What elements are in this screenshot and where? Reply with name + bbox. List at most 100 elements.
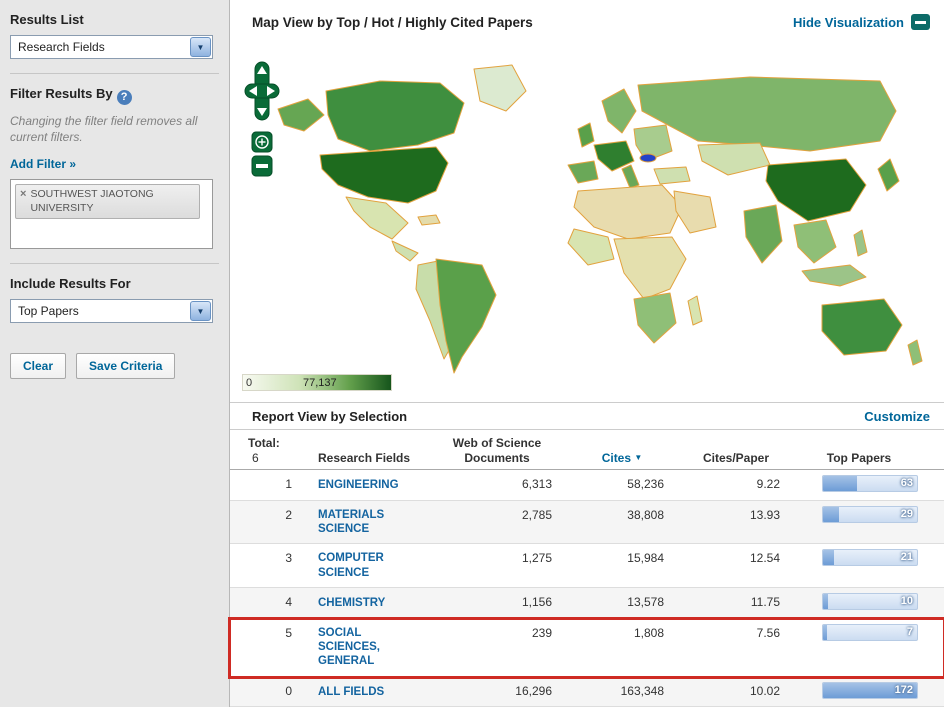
- cites-per-paper-value: 12.54: [749, 551, 780, 566]
- country-usa: [319, 146, 449, 204]
- total-label: Total:: [248, 436, 280, 451]
- column-header-documents[interactable]: Web of Science Documents: [428, 436, 566, 465]
- country-india: [743, 204, 783, 264]
- top-papers-value: 10: [900, 595, 913, 608]
- bar-fill: [823, 624, 827, 640]
- top-papers-cell: 7: [794, 619, 924, 676]
- country-canada: [325, 80, 465, 152]
- top-papers-bar[interactable]: 21: [822, 549, 918, 567]
- top-papers-value: 21: [900, 551, 913, 564]
- top-papers-value: 7: [906, 625, 913, 638]
- filter-tag[interactable]: × SOUTHWEST JIAOTONG UNIVERSITY: [15, 184, 200, 219]
- total-value: 6: [252, 450, 259, 465]
- report-header: Report View by Selection Customize: [230, 402, 944, 431]
- save-criteria-button[interactable]: Save Criteria: [76, 353, 176, 380]
- top-papers-bar[interactable]: 63: [822, 475, 918, 493]
- top-papers-bar[interactable]: 29: [822, 505, 918, 523]
- map-color-legend: 0 77,137: [242, 374, 392, 392]
- country-china: [765, 158, 867, 222]
- map-view-title: Map View by Top / Hot / Highly Cited Pap…: [252, 14, 533, 30]
- table-row-highlighted[interactable]: 5 SOCIAL SCIENCES, GENERAL 239 1,808 7.5…: [228, 616, 944, 679]
- top-papers-bar[interactable]: 172: [822, 681, 918, 699]
- country-madagascar: [687, 295, 703, 326]
- documents-value: 239: [531, 625, 552, 640]
- map-zoom-control[interactable]: [251, 131, 273, 177]
- country-turkey: [653, 166, 691, 185]
- cites-value: 163,348: [620, 683, 664, 698]
- country-russia: [637, 76, 897, 152]
- bar-fill: [823, 506, 839, 522]
- top-papers-bar[interactable]: 10: [822, 593, 918, 611]
- table-row[interactable]: 1 ENGINEERING 6,313 58,236 9.22 63: [230, 470, 944, 501]
- top-papers-cell: 21: [794, 544, 924, 587]
- include-results-heading: Include Results For: [10, 276, 131, 292]
- research-field-link[interactable]: MATERIALS SCIENCE: [318, 508, 422, 537]
- cites-value: 13,578: [627, 595, 664, 610]
- cites-per-paper-value: 11.75: [750, 595, 780, 610]
- chevron-down-icon[interactable]: ▼: [190, 37, 211, 57]
- chevron-down-icon[interactable]: ▼: [190, 301, 211, 322]
- country-alaska: [277, 98, 325, 132]
- report-view-title: Report View by Selection: [252, 408, 408, 424]
- cites-per-paper-value: 10.02: [749, 683, 780, 698]
- country-greenland: [473, 64, 527, 112]
- table-row[interactable]: 3 COMPUTER SCIENCE 1,275 15,984 12.54 21: [230, 544, 944, 589]
- table-row-all-fields[interactable]: 0 ALL FIELDS 16,296 163,348 10.02 172: [230, 676, 944, 707]
- remove-filter-icon[interactable]: ×: [20, 188, 26, 200]
- map-pan-control[interactable]: [244, 61, 280, 121]
- top-papers-cell: 10: [794, 588, 924, 617]
- include-results-select[interactable]: Top Papers ▼: [10, 299, 213, 324]
- row-rank: 2: [285, 507, 292, 522]
- world-choropleth-map[interactable]: [250, 57, 940, 377]
- region-central-america: [391, 240, 419, 262]
- add-filter-link[interactable]: Add Filter »: [10, 157, 76, 171]
- row-rank: 5: [285, 625, 292, 640]
- country-uk: [577, 122, 595, 148]
- cites-per-paper-value: 9.22: [756, 477, 780, 492]
- cites-value: 38,808: [627, 507, 664, 522]
- table-row[interactable]: 2 MATERIALS SCIENCE 2,785 38,808 13.93 2…: [230, 500, 944, 545]
- country-australia: [821, 298, 903, 356]
- hide-visualization: Hide Visualization: [793, 14, 930, 31]
- clear-button[interactable]: Clear: [10, 353, 67, 380]
- research-field-link[interactable]: CHEMISTRY: [318, 596, 385, 610]
- bar-fill: [823, 550, 835, 566]
- column-header-cites[interactable]: Cites ▼: [566, 451, 678, 465]
- customize-link[interactable]: Customize: [864, 409, 930, 424]
- research-field-link[interactable]: ALL FIELDS: [318, 685, 384, 699]
- filter-box: × SOUTHWEST JIAOTONG UNIVERSITY: [10, 179, 213, 250]
- documents-value: 1,156: [521, 595, 552, 610]
- include-results-selected-value: Top Papers: [18, 304, 79, 319]
- column-header-top-papers[interactable]: Top Papers: [794, 451, 924, 465]
- research-field-link[interactable]: SOCIAL SCIENCES, GENERAL: [318, 626, 422, 669]
- hide-visualization-link[interactable]: Hide Visualization: [793, 15, 904, 30]
- help-icon[interactable]: ?: [116, 90, 132, 105]
- filter-heading: Filter Results By?: [10, 86, 219, 105]
- region-west-africa: [567, 228, 615, 266]
- top-papers-cell: 29: [794, 501, 924, 544]
- filter-note: Changing the filter field removes all cu…: [10, 114, 198, 145]
- collapse-visualization-icon[interactable]: [911, 14, 930, 31]
- results-list-select[interactable]: Research Fields ▼: [10, 35, 213, 59]
- research-field-link[interactable]: COMPUTER SCIENCE: [318, 551, 422, 580]
- region-iberia: [567, 160, 599, 184]
- bar-fill: [823, 476, 858, 492]
- map-controls: [244, 61, 280, 177]
- cites-value: 15,984: [627, 551, 664, 566]
- filter-tag-label: SOUTHWEST JIAOTONG UNIVERSITY: [30, 188, 154, 214]
- results-list-section: Results List Research Fields ▼: [10, 12, 219, 73]
- documents-value: 2,785: [521, 507, 552, 522]
- top-papers-bar[interactable]: 7: [822, 623, 918, 641]
- region-central-africa: [613, 236, 687, 300]
- country-italy: [621, 164, 640, 189]
- country-cuba: [417, 214, 441, 226]
- country-new-zealand: [907, 339, 923, 366]
- documents-value: 16,296: [515, 683, 552, 698]
- legend-max-value: 77,137: [303, 377, 337, 390]
- sort-desc-icon: ▼: [634, 452, 643, 462]
- filter-heading-label: Filter Results By: [10, 86, 113, 101]
- table-row[interactable]: 4 CHEMISTRY 1,156 13,578 11.75 10: [230, 588, 944, 619]
- column-header-cites-per-paper[interactable]: Cites/Paper: [678, 451, 794, 465]
- filter-section: Filter Results By? Changing the filter f…: [10, 73, 219, 263]
- research-field-link[interactable]: ENGINEERING: [318, 478, 399, 492]
